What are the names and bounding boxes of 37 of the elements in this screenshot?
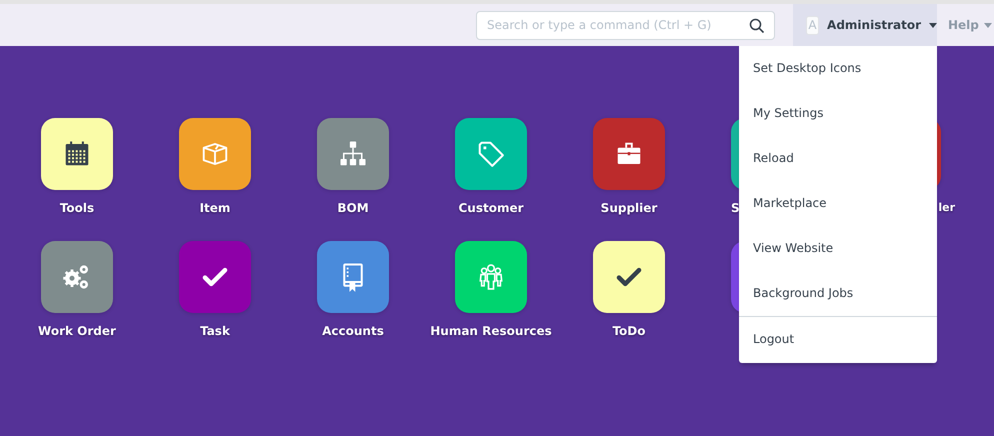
app-label: Human Resources: [430, 324, 552, 340]
search-icon: [749, 18, 765, 34]
app-label: Task: [200, 324, 230, 340]
app-label: ler: [938, 201, 955, 216]
avatar: A: [806, 16, 820, 34]
app-tile[interactable]: [41, 241, 113, 313]
app-label: Item: [200, 201, 230, 217]
search-field[interactable]: Search or type a command (Ctrl + G): [476, 10, 775, 40]
app-tile[interactable]: [41, 118, 113, 190]
app-label: Tools: [60, 201, 94, 217]
app-tile[interactable]: [317, 118, 389, 190]
app-label: Work Order: [38, 324, 116, 340]
menu-item[interactable]: Logout: [739, 317, 937, 361]
app-label: Customer: [458, 201, 524, 217]
app-tile[interactable]: [179, 118, 251, 190]
caret-icon: [984, 22, 992, 28]
app-tile[interactable]: [179, 241, 251, 313]
app-label: Accounts: [322, 324, 384, 340]
app-tile[interactable]: [455, 118, 527, 190]
caret-icon: [929, 22, 937, 28]
app-tile[interactable]: [317, 241, 389, 313]
menu-item[interactable]: View Website: [739, 226, 937, 271]
menu-item[interactable]: Background Jobs: [739, 271, 937, 316]
menu-item[interactable]: Reload: [739, 136, 937, 181]
app-label: BOM: [337, 201, 369, 217]
app-tile[interactable]: [455, 241, 527, 313]
user-name: Administrator: [827, 18, 921, 32]
tag-icon: [476, 139, 506, 169]
app-label: S: [731, 201, 740, 217]
app-label: Supplier: [600, 201, 658, 217]
app-label: ToDo: [612, 324, 646, 340]
menu-item[interactable]: Marketplace: [739, 181, 937, 226]
app-tile[interactable]: [593, 118, 665, 190]
menu-item[interactable]: Set Desktop Icons: [739, 46, 937, 91]
user-menu-button[interactable]: A Administrator: [793, 4, 937, 46]
menu-item[interactable]: My Settings: [739, 91, 937, 136]
app-tile[interactable]: [593, 241, 665, 313]
